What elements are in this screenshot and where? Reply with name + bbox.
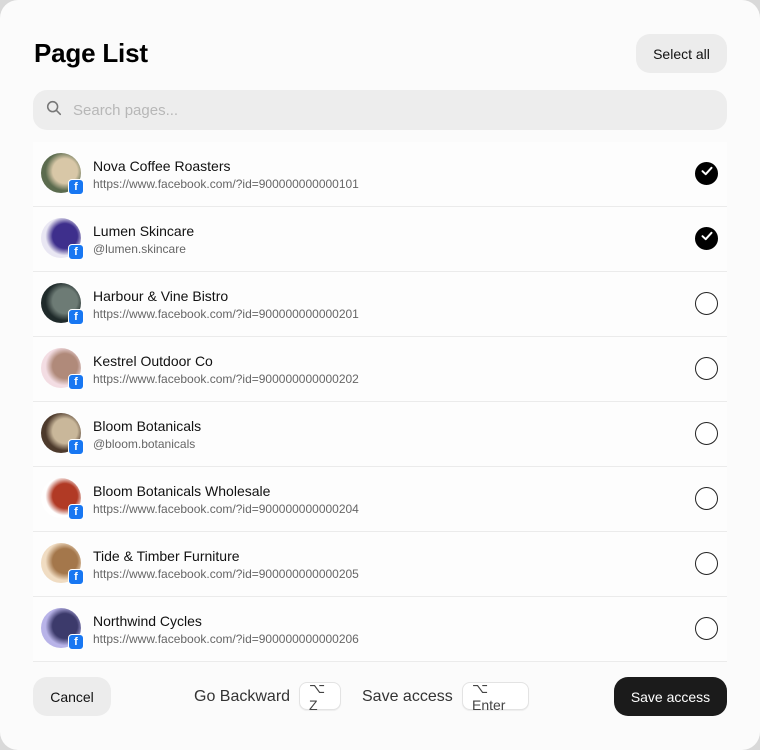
page-row[interactable]: f Nova Coffee Roasters https://www.faceboo… [33, 142, 727, 207]
page-row[interactable]: f Tide & Timber Furniture https://www.face… [33, 532, 727, 597]
page-name: Northwind Cycles [93, 613, 202, 629]
page-url: @lumen.skincare [93, 242, 186, 256]
search-bar[interactable] [33, 90, 727, 130]
page-name: Kestrel Outdoor Co [93, 353, 213, 369]
page-name: Harbour & Vine Bistro [93, 288, 229, 304]
facebook-badge-icon: f [68, 244, 84, 260]
page-row[interactable]: f Bloom Botanicals @bloom.botanicals [33, 402, 727, 467]
page-title: Page List [34, 38, 148, 68]
page-url: https://www.facebook.com/?id=90000000000… [93, 632, 359, 646]
page-row[interactable]: f Lumen Skincare @lumen.skincare [33, 207, 727, 272]
page-row[interactable]: f Northwind Cycles https://www.facebook.co… [33, 597, 727, 662]
facebook-badge-icon: f [68, 634, 84, 650]
page-checkbox[interactable] [695, 552, 718, 575]
go-backward-hint: Go Backward [194, 688, 291, 705]
select-all-button[interactable]: Select all [636, 34, 727, 73]
page-checkbox[interactable] [695, 617, 718, 640]
page-name: Nova Coffee Roasters [93, 158, 231, 174]
go-backward-shortcut: ⌥ Z [299, 680, 341, 713]
facebook-badge-icon: f [68, 439, 84, 455]
page-checkbox[interactable] [695, 357, 718, 380]
page-row[interactable]: f Harbour & Vine Bistro https://www.facebo… [33, 272, 727, 337]
page-checkbox[interactable] [695, 227, 718, 250]
page-checkbox[interactable] [695, 162, 718, 185]
page-checkbox[interactable] [695, 292, 718, 315]
save-access-hint: Save access [362, 688, 453, 705]
page-checkbox[interactable] [695, 487, 718, 510]
facebook-badge-icon: f [68, 179, 84, 195]
facebook-badge-icon: f [68, 504, 84, 520]
facebook-badge-icon: f [68, 374, 84, 390]
save-access-button[interactable]: Save access [614, 677, 727, 716]
page-name: Bloom Botanicals [93, 418, 202, 434]
page-name: Lumen Skincare [93, 223, 195, 239]
page-url: @bloom.botanicals [93, 437, 196, 451]
save-access-shortcut: ⌥ Enter [462, 680, 529, 713]
facebook-badge-icon: f [68, 569, 84, 585]
cancel-button[interactable]: Cancel [33, 677, 111, 716]
page-row[interactable]: f Kestrel Outdoor Co https://www.facebook.… [33, 337, 727, 402]
page-url: https://www.facebook.com/?id=90000000000… [93, 502, 359, 516]
page-list-dialog: Page List Select all f Nova Coffee Roaste… [0, 0, 760, 750]
search-icon [45, 99, 63, 122]
facebook-badge-icon: f [68, 309, 84, 325]
page-row[interactable]: f Bloom Botanicals Wholesale https://www.f… [33, 467, 727, 532]
checkmark-icon [700, 164, 714, 183]
page-name: Bloom Botanicals Wholesale [93, 483, 271, 499]
page-url: https://www.facebook.com/?id=90000000000… [93, 177, 359, 191]
checkmark-icon [700, 229, 714, 248]
page-url: https://www.facebook.com/?id=90000000000… [93, 307, 359, 321]
page-checkbox[interactable] [695, 422, 718, 445]
page-name: Tide & Timber Furniture [93, 548, 240, 564]
search-input[interactable] [71, 100, 675, 120]
page-url: https://www.facebook.com/?id=90000000000… [93, 372, 359, 386]
page-url: https://www.facebook.com/?id=90000000000… [93, 567, 359, 581]
page-list: f Nova Coffee Roasters https://www.faceboo… [33, 142, 727, 662]
